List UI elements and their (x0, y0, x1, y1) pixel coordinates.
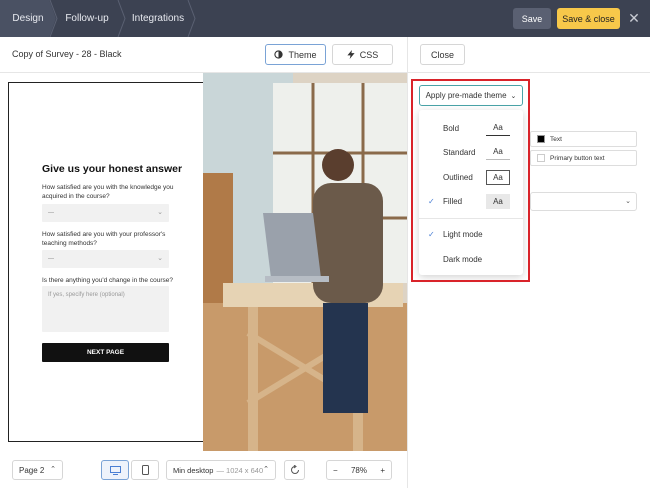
zoom-level: 78% (350, 465, 367, 475)
question-3-textarea[interactable]: If yes, specify here (optional) (42, 286, 169, 332)
theme-tab-button[interactable]: Theme (265, 44, 326, 65)
rotate-button[interactable] (284, 460, 305, 480)
question-2-label: How satisfied are you with your professo… (42, 231, 166, 247)
primary-button-text-label: Primary button text (550, 154, 605, 162)
css-tab-label: CSS (359, 49, 379, 60)
chevron-up-icon: ⌃ (50, 466, 56, 473)
chevron-down-icon: ⌄ (625, 198, 631, 205)
lightning-icon (347, 50, 355, 59)
next-page-button[interactable]: NEXT PAGE (42, 343, 169, 362)
panel-select[interactable]: ⌄ (530, 192, 637, 211)
question-1-label: How satisfied are you with the knowledge… (42, 184, 174, 200)
preview-bottom-bar: Page 2 ⌃ Min desktop — 1024 x 640 ⌃ − 78… (0, 453, 407, 488)
save-button[interactable]: Save (513, 8, 551, 29)
viewport-size-label: Min desktop (173, 465, 214, 475)
css-tab-button[interactable]: CSS (332, 44, 393, 65)
mobile-view-button[interactable] (131, 460, 159, 480)
phone-icon (141, 465, 149, 475)
contrast-icon (274, 50, 284, 59)
viewport-size-select[interactable]: Min desktop — 1024 x 640 ⌃ (166, 460, 276, 480)
chevron-up-icon: ⌃ (263, 466, 269, 473)
desktop-view-button[interactable] (101, 460, 129, 480)
primary-button-text-color-field[interactable]: Primary button text (530, 150, 637, 166)
survey-title: Give us your honest answer (42, 163, 183, 175)
viewport-size-dimensions: — 1024 x 640 (216, 465, 264, 475)
page-select-label: Page 2 (19, 465, 45, 475)
question-3-label: Is there anything you'd change in the co… (42, 277, 173, 284)
survey-name: Copy of Survey - 28 - Black (12, 49, 122, 59)
zoom-in-button[interactable]: + (380, 466, 385, 475)
person-with-laptop-illustration (203, 73, 407, 451)
question-2-value: --- (48, 256, 54, 262)
close-icon[interactable]: ✕ (627, 10, 641, 26)
rotate-icon (290, 465, 299, 474)
monitor-icon (109, 465, 121, 475)
text-color-swatch[interactable] (537, 135, 545, 143)
panel-divider (407, 37, 408, 488)
zoom-out-button[interactable]: − (333, 466, 338, 475)
save-and-close-button[interactable]: Save & close (557, 8, 620, 29)
chevron-down-icon: ⌄ (157, 255, 163, 262)
survey-background-photo (203, 73, 407, 451)
text-color-field[interactable]: Text (530, 131, 637, 147)
text-color-label: Text (550, 135, 562, 143)
primary-button-text-swatch[interactable] (537, 154, 545, 162)
question-1-select[interactable]: --- ⌄ (42, 204, 169, 222)
zoom-control: − 78% + (326, 460, 392, 480)
theme-tab-label: Theme (288, 49, 317, 60)
breadcrumb-separators (49, 0, 196, 37)
editor-toolbar: Copy of Survey - 28 - Black Theme CSS (0, 37, 650, 73)
chevron-down-icon: ⌄ (157, 209, 163, 216)
highlight-annotation-box (411, 79, 530, 282)
question-1-value: --- (48, 210, 54, 216)
question-2-select[interactable]: --- ⌄ (42, 250, 169, 268)
page-select[interactable]: Page 2 ⌃ (12, 460, 63, 480)
top-nav-bar: Design Integrations Follow-up Save Save … (0, 0, 650, 37)
close-panel-button[interactable]: Close (420, 44, 465, 65)
